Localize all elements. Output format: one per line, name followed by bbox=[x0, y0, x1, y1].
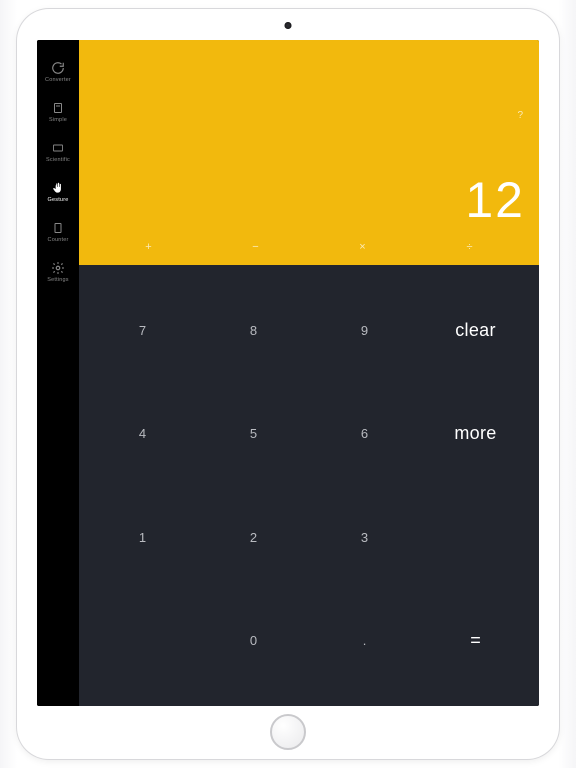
sidebar-item-settings[interactable]: Settings bbox=[37, 258, 79, 286]
key-0[interactable]: 0 bbox=[198, 589, 309, 692]
device-camera bbox=[285, 22, 292, 29]
main: ? 12 + − × ÷ 7 8 9 clear 4 5 6 more 1 bbox=[79, 40, 539, 706]
display-panel: ? 12 + − × ÷ bbox=[79, 40, 539, 265]
key-clear[interactable]: clear bbox=[420, 279, 531, 382]
op-divide[interactable]: ÷ bbox=[460, 241, 480, 253]
operator-row: + − × ÷ bbox=[93, 241, 525, 257]
key-6[interactable]: 6 bbox=[309, 382, 420, 485]
sidebar-item-simple[interactable]: Simple bbox=[37, 98, 79, 126]
key-7[interactable]: 7 bbox=[87, 279, 198, 382]
display-value: 12 bbox=[93, 175, 525, 225]
key-2[interactable]: 2 bbox=[198, 486, 309, 589]
key-3[interactable]: 3 bbox=[309, 486, 420, 589]
sidebar-item-label: Gesture bbox=[48, 197, 69, 203]
gear-icon bbox=[50, 261, 66, 275]
help-button[interactable]: ? bbox=[517, 110, 523, 121]
refresh-icon bbox=[50, 61, 66, 75]
key-equals[interactable]: = bbox=[420, 589, 531, 692]
sidebar-item-label: Converter bbox=[45, 77, 71, 83]
sidebar-item-label: Simple bbox=[49, 117, 67, 123]
key-5[interactable]: 5 bbox=[198, 382, 309, 485]
sidebar-item-label: Scientific bbox=[46, 157, 70, 163]
sidebar: Converter Simple Scientific bbox=[37, 40, 79, 706]
scientific-icon bbox=[50, 141, 66, 155]
counter-icon bbox=[50, 221, 66, 235]
ipad-frame: Converter Simple Scientific bbox=[17, 9, 559, 759]
key-blank bbox=[87, 589, 198, 692]
home-button[interactable] bbox=[270, 714, 306, 750]
sidebar-item-scientific[interactable]: Scientific bbox=[37, 138, 79, 166]
op-minus[interactable]: − bbox=[246, 241, 266, 253]
screen: Converter Simple Scientific bbox=[37, 40, 539, 706]
hand-icon bbox=[50, 181, 66, 195]
key-9[interactable]: 9 bbox=[309, 279, 420, 382]
key-blank bbox=[420, 486, 531, 589]
calculator-icon bbox=[50, 101, 66, 115]
sidebar-item-converter[interactable]: Converter bbox=[37, 58, 79, 86]
key-8[interactable]: 8 bbox=[198, 279, 309, 382]
sidebar-item-label: Counter bbox=[48, 237, 69, 243]
key-1[interactable]: 1 bbox=[87, 486, 198, 589]
sidebar-item-counter[interactable]: Counter bbox=[37, 218, 79, 246]
key-4[interactable]: 4 bbox=[87, 382, 198, 485]
keypad: 7 8 9 clear 4 5 6 more 1 2 3 0 . = bbox=[79, 265, 539, 706]
op-multiply[interactable]: × bbox=[353, 241, 373, 253]
sidebar-item-label: Settings bbox=[47, 277, 68, 283]
key-dot[interactable]: . bbox=[309, 589, 420, 692]
sidebar-item-gesture[interactable]: Gesture bbox=[37, 178, 79, 206]
key-more[interactable]: more bbox=[420, 382, 531, 485]
op-plus[interactable]: + bbox=[139, 241, 159, 253]
